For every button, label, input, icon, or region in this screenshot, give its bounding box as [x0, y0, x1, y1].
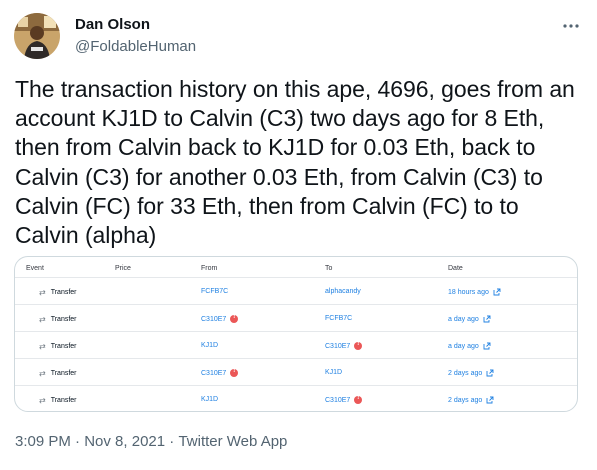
tweet-time-link[interactable]: 3:09 PM [15, 432, 71, 452]
table-row: ⇄ Transfer FCFB7C alphacandy 18 hours ago [15, 277, 577, 305]
transfer-arrows-icon: ⇄ [39, 315, 46, 324]
external-link-icon [486, 369, 494, 377]
transaction-history-image[interactable]: Event Price From To Date ⇄ Transfer FCFB7… [14, 256, 578, 412]
from-account-link: FCFB7C [201, 288, 229, 295]
avatar-image [14, 13, 60, 59]
table-header: Event Price From To Date [15, 257, 577, 277]
to-account-link: C310E7 [325, 342, 351, 350]
table-row: ⇄ Transfer C310E7 KJ1D 2 days ago [15, 358, 577, 386]
to-account-link: alphacandy [325, 288, 361, 295]
to-account-link: KJ1D [325, 369, 343, 376]
event-label: Transfer [50, 316, 77, 323]
from-account-link: C310E7 [201, 315, 227, 323]
external-link-icon [483, 315, 491, 323]
date-link: 2 days ago [448, 396, 483, 404]
date-link: 18 hours ago [448, 288, 489, 296]
header-from: From [201, 265, 218, 272]
more-horizontal-icon [563, 24, 579, 28]
author-handle[interactable]: @FoldableHuman [75, 37, 196, 56]
table-row: ⇄ Transfer KJ1D C310E7 2 days ago [15, 385, 577, 411]
separator: · [70, 433, 85, 450]
warning-badge-icon [354, 341, 363, 350]
header-date: Date [448, 265, 463, 272]
table-row: ⇄ Transfer KJ1D C310E7 a day ago [15, 331, 577, 359]
event-label: Transfer [50, 370, 77, 377]
author-name[interactable]: Dan Olson [75, 15, 150, 34]
transfer-arrows-icon: ⇄ [39, 288, 46, 297]
event-label: Transfer [50, 289, 77, 296]
header-to: To [325, 265, 333, 272]
warning-badge-icon [230, 368, 239, 377]
header-event: Event [26, 265, 44, 272]
event-label: Transfer [50, 343, 77, 350]
from-account-link: C310E7 [201, 369, 227, 377]
tweet-text: The transaction history on this ape, 469… [15, 76, 582, 249]
separator: · [165, 433, 179, 450]
tweet-source-link[interactable]: Twitter Web App [178, 432, 287, 452]
date-link: a day ago [448, 342, 479, 350]
transfer-arrows-icon: ⇄ [39, 396, 46, 405]
to-account-link: FCFB7C [325, 315, 353, 322]
date-link: 2 days ago [448, 369, 483, 377]
to-account-link: C310E7 [325, 396, 351, 404]
external-link-icon [486, 396, 494, 404]
transfer-arrows-icon: ⇄ [39, 342, 46, 351]
event-label: Transfer [50, 397, 77, 404]
warning-badge-icon [230, 314, 239, 323]
from-account-link: KJ1D [201, 342, 219, 349]
date-link: a day ago [448, 315, 479, 323]
tweet-date-link[interactable]: Nov 8, 2021 [84, 432, 165, 452]
external-link-icon [493, 288, 501, 296]
more-options-button[interactable] [556, 14, 586, 38]
tweet-metadata: 3:09 PM · Nov 8, 2021 · Twitter Web App [15, 432, 287, 452]
transfer-arrows-icon: ⇄ [39, 369, 46, 378]
avatar[interactable] [14, 13, 60, 59]
external-link-icon [483, 342, 491, 350]
warning-badge-icon [354, 395, 363, 404]
from-account-link: KJ1D [201, 396, 219, 403]
header-price: Price [115, 265, 131, 272]
table-row: ⇄ Transfer C310E7 FCFB7C a day ago [15, 304, 577, 332]
